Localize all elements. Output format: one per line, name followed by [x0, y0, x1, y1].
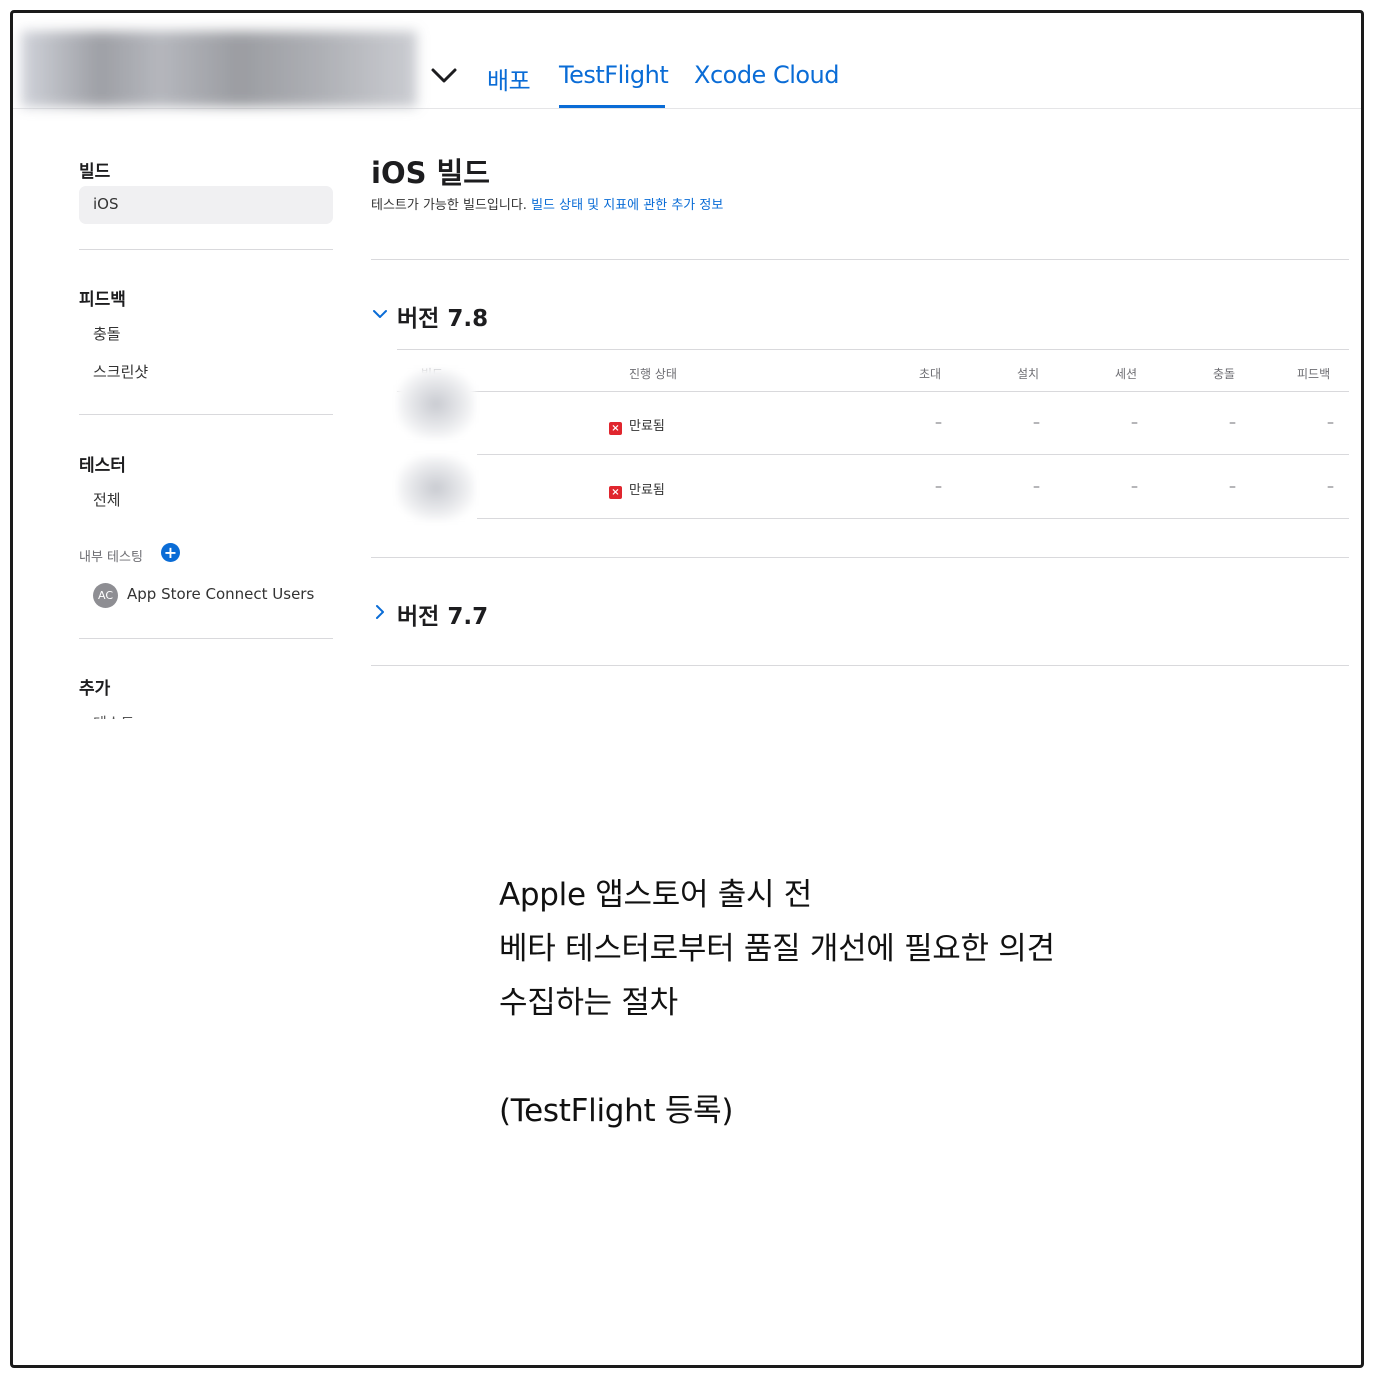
col-header-invites: 초대 [919, 367, 942, 381]
sidebar-divider [79, 249, 333, 250]
invites-cell: – [935, 415, 942, 431]
sessions-cell: – [1131, 415, 1138, 431]
build-thumbnail-blurred [397, 369, 475, 439]
sidebar-item-ios[interactable]: iOS [93, 195, 119, 213]
section-divider [371, 557, 1349, 558]
sidebar-divider [79, 638, 333, 639]
sidebar-item-group[interactable]: App Store Connect Users [127, 585, 314, 603]
sidebar-heading-feedback: 피드백 [79, 290, 126, 310]
status-cell: × 만료됨 [609, 479, 665, 499]
info-link[interactable]: 빌드 상태 및 지표에 관한 추가 정보 [531, 198, 723, 213]
version-label: 버전 7.7 [397, 604, 489, 630]
page-title: iOS 빌드 [371, 156, 490, 190]
col-header-sessions: 세션 [1115, 367, 1138, 381]
group-avatar: AC [93, 583, 118, 608]
crashes-cell: – [1229, 415, 1236, 431]
expired-icon: × [609, 486, 622, 499]
col-header-crashes: 충돌 [1213, 367, 1236, 381]
active-tab-indicator [559, 105, 665, 108]
sidebar-divider [79, 414, 333, 415]
app-name-blurred [21, 31, 417, 107]
col-header-feedback: 피드백 [1297, 367, 1331, 381]
page-subtitle: 테스트가 가능한 빌드입니다. 빌드 상태 및 지표에 관한 추가 정보 [371, 194, 723, 213]
status-cell: × 만료됨 [609, 415, 665, 435]
caption-line-2: 베타 테스터로부터 품질 개선에 필요한 의견 [499, 931, 1055, 967]
invites-cell: – [935, 479, 942, 495]
tab-xcode-cloud[interactable]: Xcode Cloud [694, 61, 840, 89]
sessions-cell: – [1131, 479, 1138, 495]
sidebar-heading-more: 추가 [79, 679, 111, 699]
caption-line-4: (TestFlight 등록) [499, 1093, 734, 1129]
sidebar-heading-build: 빌드 [79, 162, 111, 182]
sidebar-heading-testers: 테스터 [79, 456, 126, 476]
sidebar-internal-testing-label: 내부 테스팅 [79, 550, 143, 565]
expired-icon: × [609, 422, 622, 435]
chevron-down-icon[interactable] [429, 63, 459, 87]
chevron-right-icon[interactable] [371, 603, 389, 621]
installs-cell: – [1033, 479, 1040, 495]
feedback-cell: – [1327, 415, 1334, 431]
installs-cell: – [1033, 415, 1040, 431]
section-divider [371, 259, 1349, 260]
tab-distribution[interactable]: 배포 [487, 61, 531, 96]
sidebar-item-cut-off[interactable]: 테스트 [93, 711, 134, 719]
top-nav-bar: 배포 TestFlight Xcode Cloud [13, 13, 1361, 109]
col-header-status: 진행 상태 [629, 367, 677, 381]
status-text: 만료됨 [629, 483, 665, 498]
caption-line-1: Apple 앱스토어 출시 전 [499, 877, 812, 913]
build-thumbnail-blurred [397, 455, 475, 521]
row-divider [477, 518, 1349, 519]
sidebar-item-screenshots[interactable]: 스크린샷 [93, 361, 148, 382]
table-header-line [397, 391, 1349, 392]
add-group-icon[interactable]: + [161, 543, 180, 562]
col-header-installs: 설치 [1017, 367, 1040, 381]
screenshot-frame: 배포 TestFlight Xcode Cloud 빌드 iOS 피드백 충돌 … [10, 10, 1364, 1368]
sidebar-item-all-testers[interactable]: 전체 [93, 489, 121, 510]
row-divider [477, 454, 1349, 455]
table-top-line [397, 349, 1349, 350]
subtitle-text: 테스트가 가능한 빌드입니다. [371, 198, 527, 213]
sidebar-item-crashes[interactable]: 충돌 [93, 323, 121, 344]
chevron-down-icon[interactable] [371, 305, 389, 323]
version-label: 버전 7.8 [397, 306, 489, 332]
status-text: 만료됨 [629, 419, 665, 434]
feedback-cell: – [1327, 479, 1334, 495]
section-divider [371, 665, 1349, 666]
tab-testflight[interactable]: TestFlight [559, 61, 669, 89]
caption-line-3: 수집하는 절차 [499, 985, 678, 1021]
crashes-cell: – [1229, 479, 1236, 495]
